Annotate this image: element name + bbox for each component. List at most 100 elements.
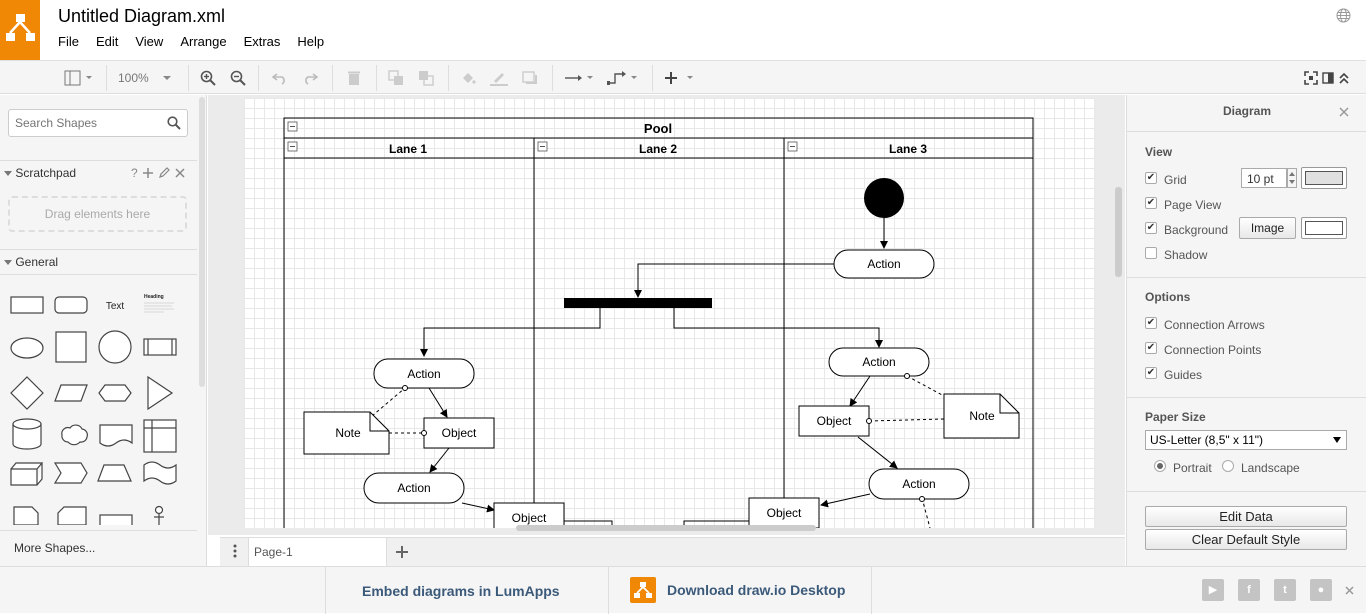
grid-color-swatch [1305,171,1343,185]
pool[interactable]: Pool [283,117,1034,535]
collapse-triangle-icon [4,171,12,176]
shadow-checkbox[interactable] [1145,247,1157,259]
grid-checkbox[interactable]: ✔ [1145,172,1157,184]
document-title[interactable]: Untitled Diagram.xml [58,6,225,27]
facebook-icon[interactable]: f [1238,579,1260,601]
diagram-canvas[interactable]: Pool Lane 1 Lane 2 Lane 3 Action Action … [208,95,1125,535]
edge-action-dashed-down [921,497,931,529]
edge-action-object-l3 [849,375,871,407]
action-node-l3-bottom[interactable]: Action [868,468,970,502]
panel-toggle-icon [1322,72,1334,84]
edge-note-dashed-l3-b [906,375,945,397]
menu-edit[interactable]: Edit [96,34,118,52]
zoom-in-button[interactable] [198,68,218,88]
canvas-vertical-scrollbar[interactable] [1115,187,1122,277]
menu-file[interactable]: File [58,34,79,52]
lane-1[interactable]: Lane 1 [284,141,534,159]
format-toggle-button[interactable] [1320,68,1336,88]
action-node-l1-top[interactable]: Action [373,358,475,391]
landscape-radio[interactable] [1222,460,1234,472]
scratchpad-edit-icon[interactable] [158,167,170,179]
fork-bar[interactable] [564,298,712,308]
general-header[interactable]: General [0,249,197,275]
collapse-toolbar-button[interactable] [1336,68,1352,88]
menu-help[interactable]: Help [297,34,324,52]
action-node-l1-bottom[interactable]: Action [363,472,465,504]
redo-button[interactable] [300,68,320,88]
svg-text:Action: Action [862,355,895,369]
embed-promo[interactable]: Embed diagrams in LumApps [325,567,609,614]
twitter-icon[interactable]: t [1274,579,1296,601]
undo-button[interactable] [270,68,290,88]
scratchpad-dropzone[interactable]: Drag elements here [8,196,187,232]
scratchpad-help-icon[interactable]: ? [131,166,138,180]
menu-arrange[interactable]: Arrange [180,34,226,52]
note-node-l3[interactable]: Note [943,393,1020,439]
page-view-checkbox[interactable]: ✔ [1145,197,1157,209]
connection-points-checkbox[interactable]: ✔ [1145,342,1157,354]
delete-button[interactable] [344,68,364,88]
object-node-bottom-l2[interactable]: Object [748,497,820,529]
grid-size-input[interactable]: 10 pt [1241,168,1287,188]
paper-size-select[interactable]: US-Letter (8,5" x 11") [1145,430,1347,450]
download-promo[interactable]: Download draw.io Desktop [608,567,872,614]
grid-size-stepper[interactable] [1287,168,1297,188]
github-icon[interactable]: ● [1310,579,1332,601]
shadow-button[interactable] [520,68,540,88]
waypoint-button[interactable] [606,68,642,88]
insert-button[interactable] [662,68,698,88]
shape-parallelogram [54,384,88,402]
note-node-l1[interactable]: Note [303,411,390,455]
connection-arrows-checkbox[interactable]: ✔ [1145,317,1157,329]
zoom-select[interactable]: 100% [118,68,178,88]
search-icon[interactable] [167,116,181,130]
shape-text[interactable]: Text [106,301,125,312]
shape-step [53,462,88,484]
drawio-logo[interactable] [0,0,40,60]
line-color-button[interactable] [488,68,510,88]
shape-process [143,338,177,356]
shape-palette-graphics: Text Heading [10,294,177,525]
waypoint-icon [607,71,637,85]
menu-extras[interactable]: Extras [244,34,281,52]
action-node-l3-mid[interactable]: Action [828,347,930,379]
tab-page-1[interactable]: Page-1 [248,538,387,567]
portrait-radio[interactable] [1154,460,1166,472]
scratchpad-add-icon[interactable] [142,167,154,179]
toolbar: 100% [0,60,1366,94]
object-node-l3[interactable]: Object [798,405,872,437]
background-color-button[interactable] [1301,217,1347,239]
fill-color-button[interactable] [458,68,478,88]
close-icon[interactable] [1339,107,1349,117]
background-image-button[interactable]: Image [1239,217,1296,239]
clear-default-style-button[interactable]: Clear Default Style [1145,529,1347,550]
language-globe-icon[interactable] [1336,8,1351,23]
guides-checkbox[interactable]: ✔ [1145,367,1157,379]
diagram[interactable]: Pool Lane 1 Lane 2 Lane 3 Action Action … [244,98,1095,535]
menu-view[interactable]: View [135,34,163,52]
fullscreen-button[interactable] [1302,68,1320,88]
connection-style-button[interactable] [562,68,598,88]
scratchpad-close-icon[interactable] [175,168,185,178]
object-node-l1[interactable]: Object [421,417,495,449]
grid-color-button[interactable] [1301,167,1347,189]
background-checkbox[interactable]: ✔ [1145,222,1157,234]
action-node-l3-top[interactable]: Action [833,249,935,279]
youtube-icon[interactable]: ▶ [1202,579,1224,601]
diagram-page[interactable]: Pool Lane 1 Lane 2 Lane 3 Action Action … [244,98,1095,535]
search-input[interactable] [15,111,165,135]
sidebar-scrollbar[interactable] [199,97,205,387]
to-front-button[interactable] [386,68,406,88]
add-page-button[interactable] [394,544,410,563]
shape-heading[interactable]: Heading [144,294,164,300]
pages-menu-button[interactable] [226,544,244,562]
format-panel-toggle[interactable] [60,68,96,88]
more-shapes-button[interactable]: More Shapes... [0,530,197,566]
close-banner-icon[interactable] [1345,586,1354,595]
to-back-button[interactable] [416,68,436,88]
lane-2[interactable]: Lane 2 [533,138,784,528]
zoom-out-button[interactable] [228,68,248,88]
canvas-horizontal-scrollbar[interactable] [516,525,816,531]
start-node[interactable] [864,178,904,218]
edit-data-button[interactable]: Edit Data [1145,506,1347,527]
